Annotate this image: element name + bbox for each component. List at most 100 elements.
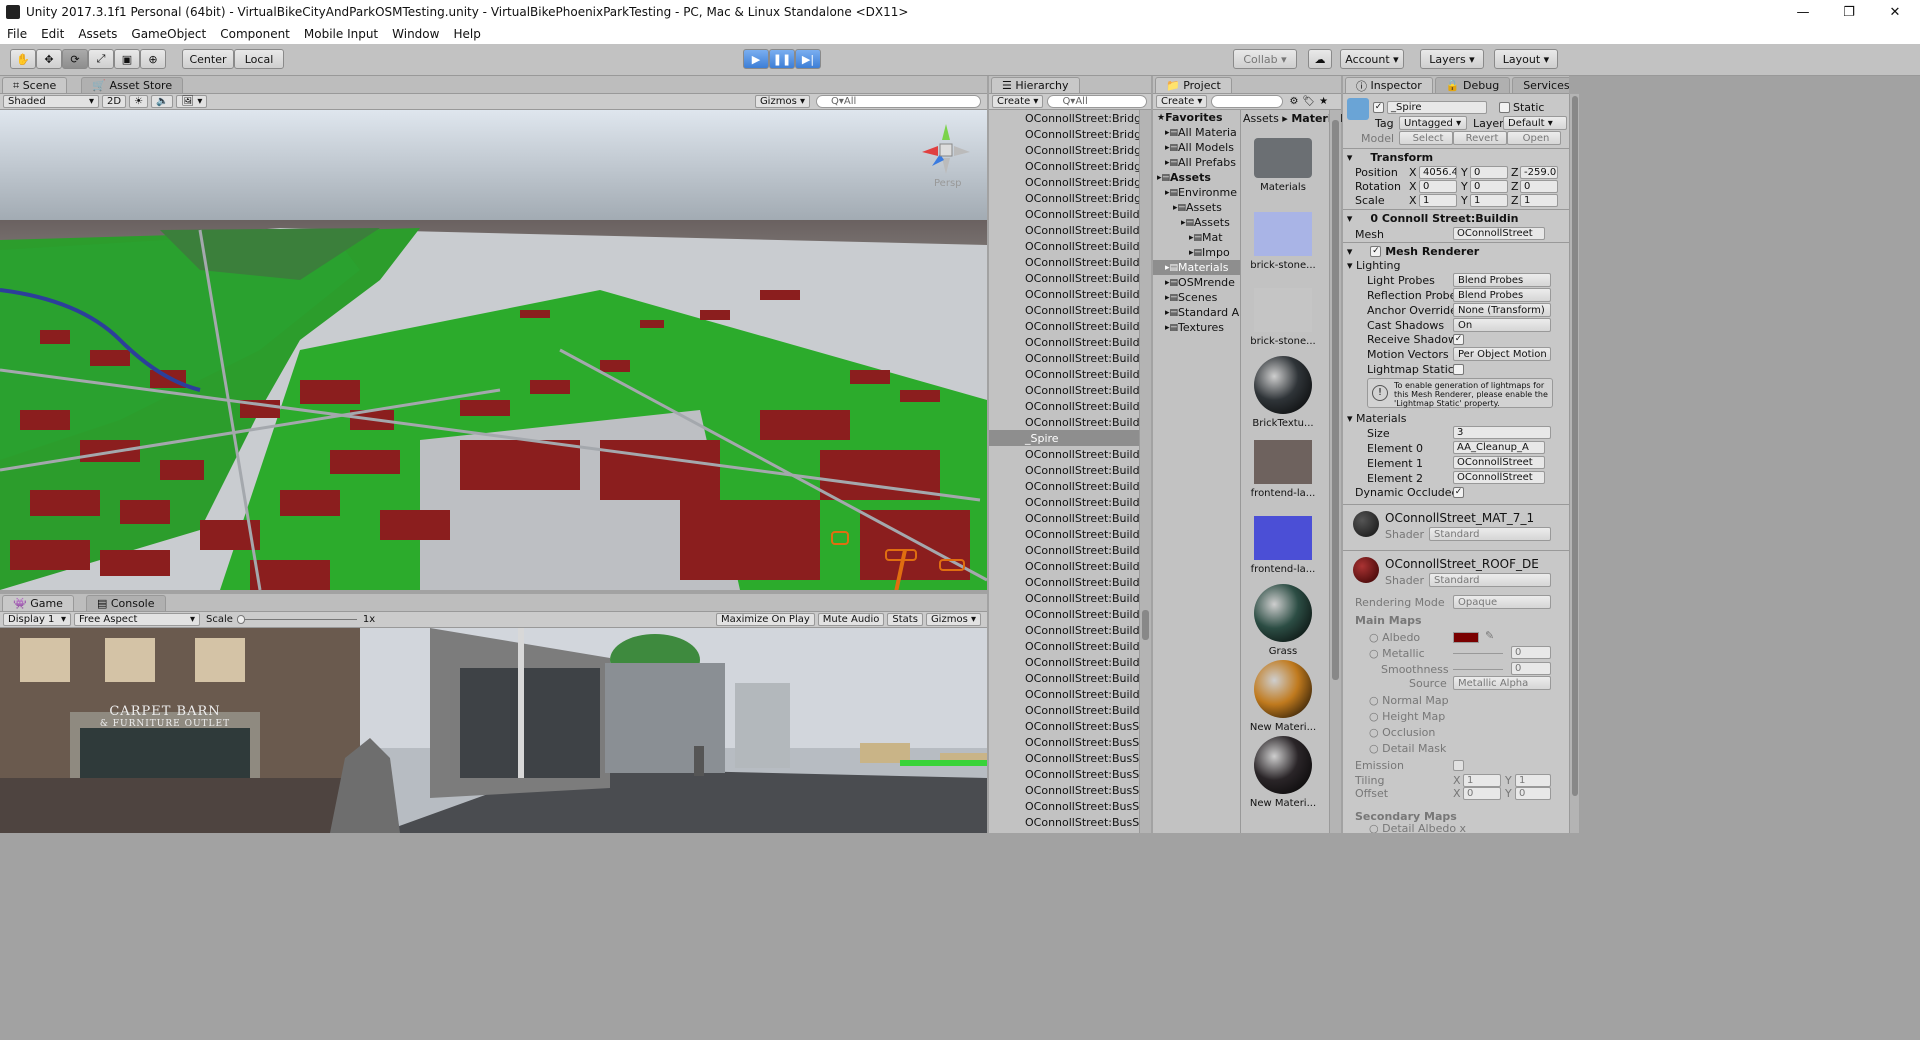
- step-button[interactable]: ▶|: [795, 49, 821, 69]
- hierarchy-item[interactable]: OConnollStreet:Building: [989, 382, 1139, 398]
- hierarchy-item[interactable]: OConnollStreet:Building: [989, 302, 1139, 318]
- filter-label-icon[interactable]: 🏷: [1302, 96, 1315, 107]
- menu-window[interactable]: Window: [385, 27, 446, 41]
- hierarchy-item[interactable]: OConnollStreet:BusStop: [989, 814, 1139, 830]
- menu-assets[interactable]: Assets: [71, 27, 124, 41]
- hierarchy-item[interactable]: OConnollStreet:Bridge8: [989, 158, 1139, 174]
- motion-vectors-dropdown[interactable]: Per Object Motion ▾: [1453, 347, 1551, 361]
- aspect-dropdown[interactable]: Free Aspect ▾: [74, 613, 200, 626]
- hierarchy-item[interactable]: OConnollStreet:BusStop: [989, 830, 1139, 834]
- transform-header[interactable]: ▾ Transform: [1343, 148, 1569, 166]
- breadcrumb-assets[interactable]: Assets: [1243, 112, 1279, 125]
- tab-game[interactable]: 👾 Game: [2, 595, 74, 611]
- hierarchy-item[interactable]: OConnollStreet:Bridge8: [989, 126, 1139, 142]
- lighting-foldout[interactable]: ▾ Lighting: [1347, 259, 1401, 272]
- material-element-field[interactable]: AA_Cleanup_A: [1453, 441, 1545, 454]
- transform-z-input[interactable]: 0: [1520, 180, 1558, 193]
- hierarchy-create-dropdown[interactable]: Create ▾: [992, 95, 1044, 108]
- project-tree-item[interactable]: ▸▤ Scenes: [1153, 290, 1240, 305]
- hierarchy-scrollbar[interactable]: [1139, 110, 1151, 833]
- transform-x-input[interactable]: 0: [1419, 180, 1457, 193]
- hierarchy-item[interactable]: OConnollStreet:Building: [989, 558, 1139, 574]
- minimize-button[interactable]: —: [1780, 0, 1826, 24]
- source-dropdown[interactable]: Metallic Alpha: [1453, 676, 1551, 690]
- project-tree-item[interactable]: ▸▤ All Models: [1153, 140, 1240, 155]
- hierarchy-item[interactable]: OConnollStreet:Building: [989, 350, 1139, 366]
- hierarchy-item[interactable]: OConnollStreet:Building: [989, 510, 1139, 526]
- tab-asset-store[interactable]: 🛒 Asset Store: [81, 77, 184, 93]
- receive-shadows-checkbox[interactable]: ✓: [1453, 334, 1464, 345]
- collab-button[interactable]: Collab ▾: [1233, 49, 1297, 69]
- renderer-row-dropdown[interactable]: On: [1453, 318, 1551, 332]
- hierarchy-item[interactable]: OConnollStreet:BusStop: [989, 718, 1139, 734]
- materials-size-input[interactable]: 3: [1453, 426, 1551, 439]
- menu-edit[interactable]: Edit: [34, 27, 71, 41]
- transform-z-input[interactable]: 1: [1520, 194, 1558, 207]
- material-element-field[interactable]: OConnollStreet: [1453, 471, 1545, 484]
- material-2-shader-dropdown[interactable]: Standard: [1429, 573, 1551, 587]
- color-picker-icon[interactable]: ✎: [1485, 629, 1494, 642]
- project-tree-item[interactable]: ▸▤ All Prefabs: [1153, 155, 1240, 170]
- hierarchy-item[interactable]: OConnollStreet:Building: [989, 222, 1139, 238]
- mesh-renderer-header[interactable]: ▾ ✓ Mesh Renderer: [1343, 242, 1569, 260]
- rect-tool-icon[interactable]: ▣: [114, 49, 140, 69]
- texture-map-slot[interactable]: ○ Detail Mask: [1369, 742, 1446, 755]
- project-asset[interactable]: brick-stone...: [1243, 280, 1323, 347]
- renderer-row-dropdown[interactable]: None (Transform): [1453, 303, 1551, 317]
- hierarchy-item[interactable]: OConnollStreet:Building: [989, 286, 1139, 302]
- texture-map-slot[interactable]: ○ Height Map: [1369, 710, 1445, 723]
- project-scrollbar[interactable]: [1329, 110, 1341, 833]
- hand-tool-icon[interactable]: ✋: [10, 49, 36, 69]
- maximize-on-play-toggle[interactable]: Maximize On Play: [715, 613, 815, 626]
- tab-inspector[interactable]: ⓘ Inspector: [1345, 77, 1433, 93]
- layout-dropdown[interactable]: Layout ▾: [1494, 49, 1558, 69]
- inspector-scrollbar[interactable]: [1569, 94, 1579, 833]
- hierarchy-item[interactable]: OConnollStreet:Building: [989, 494, 1139, 510]
- pivot-local-button[interactable]: Local: [234, 49, 284, 69]
- model-open-button[interactable]: Open: [1507, 131, 1561, 145]
- hierarchy-item[interactable]: OConnollStreet:Building: [989, 366, 1139, 382]
- project-asset[interactable]: frontend-la...: [1243, 432, 1323, 499]
- scene-gizmo-axes-icon[interactable]: [918, 120, 974, 176]
- material-1-header[interactable]: OConnollStreet_MAT_7_1 Shader Standard: [1343, 504, 1569, 548]
- renderer-row-dropdown[interactable]: Blend Probes: [1453, 288, 1551, 302]
- emission-checkbox[interactable]: [1453, 760, 1464, 771]
- transform-z-input[interactable]: -259.0: [1520, 166, 1558, 179]
- dynamic-occluded-checkbox[interactable]: ✓: [1453, 487, 1464, 498]
- project-asset[interactable]: New Materi...: [1243, 736, 1323, 809]
- material-element-field[interactable]: OConnollStreet: [1453, 456, 1545, 469]
- hierarchy-item[interactable]: OConnollStreet:Building: [989, 638, 1139, 654]
- hierarchy-item[interactable]: OConnollStreet:Building: [989, 270, 1139, 286]
- hierarchy-scroll-thumb[interactable]: [1142, 610, 1149, 640]
- offset-y-input[interactable]: 0: [1515, 787, 1551, 800]
- model-select-button[interactable]: Select: [1399, 131, 1453, 145]
- object-name-input[interactable]: _Spire: [1387, 101, 1487, 114]
- texture-map-slot[interactable]: ○ Occlusion: [1369, 726, 1435, 739]
- scene-viewport[interactable]: Persp: [0, 110, 987, 590]
- scale-slider-handle[interactable]: [236, 615, 245, 624]
- tab-services[interactable]: Services: [1512, 77, 1569, 93]
- project-tree-item[interactable]: ▸▤ Impo: [1153, 245, 1240, 260]
- move-tool-icon[interactable]: ✥: [36, 49, 62, 69]
- hierarchy-item[interactable]: _Spire: [989, 430, 1139, 446]
- albedo-color-swatch[interactable]: [1453, 632, 1479, 643]
- hierarchy-item[interactable]: OConnollStreet:Building: [989, 318, 1139, 334]
- filter-type-icon[interactable]: ⚙: [1289, 96, 1298, 107]
- hierarchy-item[interactable]: OConnollStreet:Building: [989, 686, 1139, 702]
- mesh-renderer-enabled-checkbox[interactable]: ✓: [1370, 246, 1382, 257]
- scale-tool-icon[interactable]: ⤢: [88, 49, 114, 69]
- scale-slider[interactable]: [236, 613, 357, 626]
- project-tree-item[interactable]: ▸▤ Assets: [1153, 170, 1240, 185]
- material-1-shader-dropdown[interactable]: Standard: [1429, 527, 1551, 541]
- project-tree-item[interactable]: ▸▤ Mat: [1153, 230, 1240, 245]
- display-dropdown[interactable]: Display 1 ▾: [3, 613, 71, 626]
- hierarchy-item[interactable]: OConnollStreet:Bridge8: [989, 142, 1139, 158]
- tag-dropdown[interactable]: Untagged ▾: [1399, 116, 1467, 130]
- mesh-field[interactable]: OConnollStreet: [1453, 227, 1545, 240]
- hierarchy-item[interactable]: OConnollStreet:Bridge7: [989, 110, 1139, 126]
- project-tree-item[interactable]: ▸▤ Assets: [1153, 215, 1240, 230]
- lighting-toggle-icon[interactable]: ☀: [129, 95, 149, 108]
- inspector-scroll-thumb[interactable]: [1572, 96, 1578, 796]
- project-asset[interactable]: BrickTextu...: [1243, 356, 1323, 429]
- project-tree-item[interactable]: ★ Favorites: [1153, 110, 1240, 125]
